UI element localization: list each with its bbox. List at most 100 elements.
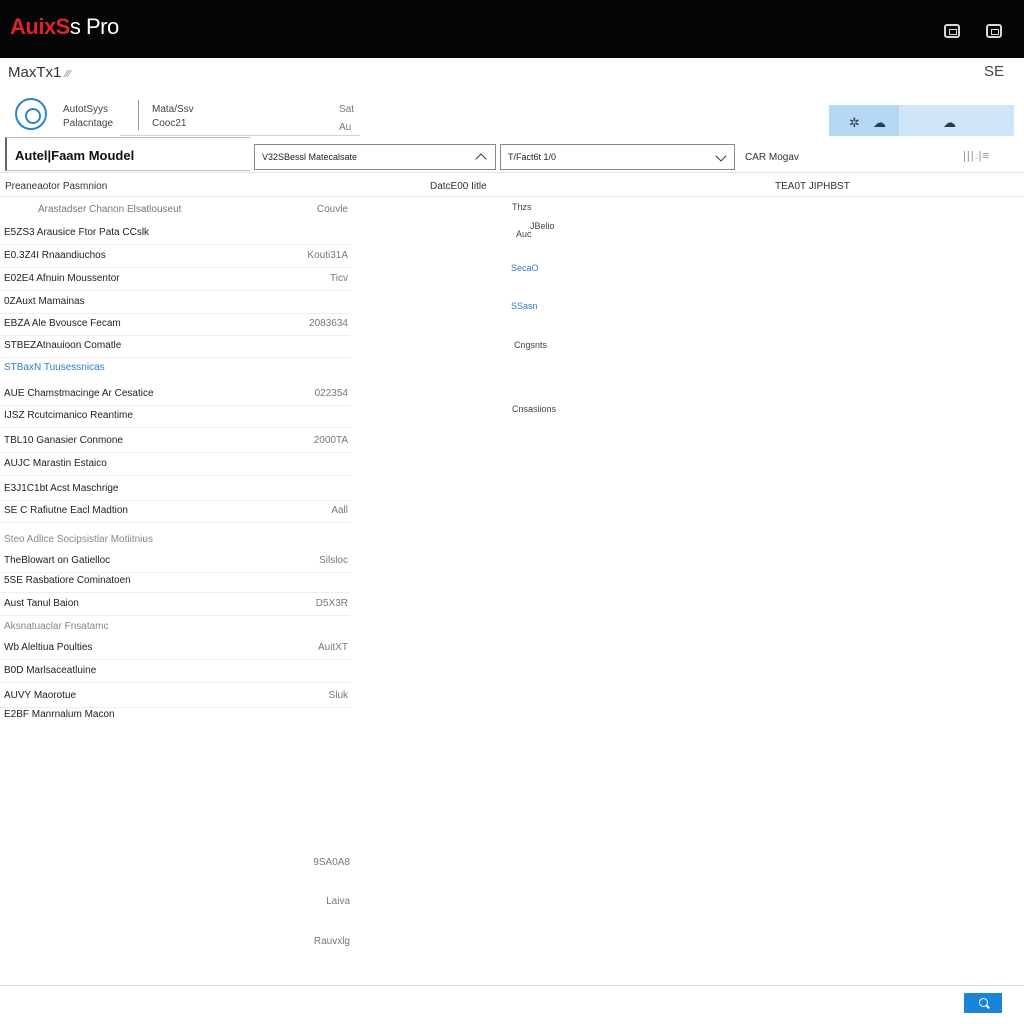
- list-item[interactable]: 0ZAuxt Mamainas: [0, 292, 350, 314]
- item-name: E2BF Manrnalum Macon: [4, 709, 115, 720]
- info-col2-line2: Cooc21: [152, 118, 187, 129]
- item-name: SE C Rafiutne Eacl Madtion: [4, 505, 128, 516]
- column-header-2[interactable]: DatcE00 Iitle: [430, 181, 487, 192]
- filter-icon[interactable]: |||.|≡: [963, 150, 990, 162]
- vehicle-select-value: V32SBessl Matecalsate: [262, 152, 358, 162]
- footer-divider: [0, 985, 1024, 986]
- item-name: B0D Marlsaceatluine: [4, 665, 97, 676]
- list-item[interactable]: E0.3Z4I Rnaandiuchos Kouti31A: [0, 246, 350, 268]
- item-value: Aall: [331, 505, 348, 516]
- info-col3-line1: Sat: [339, 104, 355, 115]
- list-item[interactable]: Arastadser Chanon Elsatlouseut Couvle: [0, 200, 350, 222]
- list-item[interactable]: E5ZS3 Arausice Ftor Pata CCslk: [0, 223, 350, 245]
- lower-value-a: 9SA0A8: [313, 857, 350, 868]
- item-divider: [0, 290, 350, 291]
- item-divider: [0, 452, 350, 453]
- list-item[interactable]: AUJC Marastin Estaico: [0, 454, 350, 476]
- monitor-icon[interactable]: [944, 24, 960, 38]
- item-divider: [0, 427, 350, 428]
- item-name: 0ZAuxt Mamainas: [4, 296, 85, 307]
- item-value: 2083634: [309, 318, 348, 329]
- item-name: STBaxN Tuusessnicas: [4, 362, 105, 373]
- list-item[interactable]: E2BF Manrnalum Macon: [0, 705, 350, 727]
- list-item[interactable]: SE C Rafiutne Eacl Madtion Aall: [0, 501, 350, 523]
- item-divider: [0, 659, 350, 660]
- list-item[interactable]: E02E4 Afnuin Moussentor Ticv: [0, 269, 350, 291]
- info-col1-line2: Palacntage: [63, 118, 114, 129]
- vehicle-select[interactable]: V32SBessl Matecalsate: [254, 144, 496, 170]
- middle-label-g: Cnsasiions: [512, 404, 557, 414]
- window-title: MaxTx1 ⁄⁄⁄: [8, 64, 71, 81]
- system-select[interactable]: T/Fact6t 1/0: [500, 144, 735, 170]
- list-item[interactable]: E3J1C1bt Acst Maschrige: [0, 479, 350, 501]
- item-value: 022354: [314, 388, 348, 399]
- list-item[interactable]: Aksnatuaclar Fnsatamc: [0, 617, 350, 639]
- list-item[interactable]: TheBlowart on Gatielloc Silsloc: [0, 551, 350, 573]
- model-label: Autel|Faam Moudel: [15, 148, 135, 163]
- header-rule: [0, 196, 1024, 197]
- info-col1-line1: AutotSyys: [63, 104, 109, 115]
- window-close-button[interactable]: SE: [984, 63, 1004, 80]
- cloud-upload-icon[interactable]: ☁: [943, 115, 956, 131]
- item-name: 5SE Rasbatiore Cominatoen: [4, 575, 131, 586]
- list-item[interactable]: Wb Aleltiua Poulties AuitXT: [0, 638, 350, 660]
- info-divider: [138, 100, 139, 130]
- info-col2-line1: Mata/Ssv: [152, 104, 194, 115]
- chevron-up-icon[interactable]: [475, 153, 487, 165]
- list-item[interactable]: TBL10 Ganasier Conmone 2000TA: [0, 431, 350, 453]
- list-item[interactable]: IJSZ Rcutcimanico Reantime: [0, 406, 350, 428]
- logo-icon: [15, 98, 47, 130]
- search-button[interactable]: [964, 993, 1002, 1013]
- item-name: Arastadser Chanon Elsatlouseut: [38, 204, 182, 215]
- item-name: AUE Chamstmacinge Ar Cesatice: [4, 388, 154, 399]
- chevron-down-icon[interactable]: [715, 150, 727, 162]
- system-select-value: T/Fact6t 1/0: [508, 152, 557, 162]
- window-title-text: MaxTx1: [8, 64, 62, 81]
- item-name: IJSZ Rcutcimanico Reantime: [4, 410, 133, 421]
- middle-label-e[interactable]: SSasn: [511, 301, 538, 311]
- cloud-sync-panel[interactable]: ✲ ☁ ☁: [829, 105, 1014, 136]
- sync-icon[interactable]: ✲: [849, 115, 860, 131]
- list-item[interactable]: STBEZAtnauioon Comatle: [0, 336, 350, 358]
- list-item[interactable]: Aust Tanul Baion D5X3R: [0, 594, 350, 616]
- middle-label-d[interactable]: SecaO: [511, 263, 539, 273]
- item-name: E3J1C1bt Acst Maschrige: [4, 483, 119, 494]
- list-item-link[interactable]: STBaxN Tuusessnicas: [0, 358, 350, 380]
- item-value: AuitXT: [317, 642, 348, 653]
- list-item[interactable]: AUE Chamstmacinge Ar Cesatice 022354: [0, 384, 350, 406]
- list-item[interactable]: B0D Marlsaceatluine: [0, 661, 350, 683]
- cloud-icon[interactable]: ☁: [873, 115, 886, 131]
- lower-value-b: Laiva: [326, 896, 350, 907]
- search-icon: [979, 998, 988, 1007]
- item-divider: [0, 592, 350, 593]
- column-header-1[interactable]: Preaneaotor Pasmnion: [5, 181, 107, 192]
- item-divider: [0, 475, 350, 476]
- middle-label-b: JBelio: [530, 221, 555, 231]
- model-selector[interactable]: Autel|Faam Moudel: [5, 137, 250, 171]
- item-value: D5X3R: [315, 598, 348, 609]
- app-brand: AuixSs Pro: [10, 14, 119, 40]
- middle-label-a: Thzs: [512, 202, 532, 212]
- middle-label-c: Auc: [516, 229, 532, 239]
- brand-red-text: AuixS: [10, 14, 70, 39]
- settings-icon[interactable]: [986, 24, 1002, 38]
- list-item[interactable]: 5SE Rasbatiore Cominatoen: [0, 571, 350, 593]
- item-value: Kouti31A: [307, 250, 348, 261]
- item-divider: [0, 522, 350, 523]
- column-header-3[interactable]: TEA0T JIPHBST: [775, 181, 850, 192]
- item-divider: [0, 615, 350, 616]
- lower-value-c: Rauvxlg: [313, 936, 350, 947]
- list-item[interactable]: EBZA Ale Bvousce Fecam 2083634: [0, 314, 350, 336]
- filter-rule: [0, 172, 1024, 173]
- item-value: 2000TA: [313, 435, 348, 446]
- item-name: AUVY Maorotue: [4, 690, 77, 701]
- title-bar: AuixSs Pro: [0, 0, 1024, 58]
- item-name: Wb Aleltiua Poulties: [4, 642, 93, 653]
- item-name: E02E4 Afnuin Moussentor: [4, 273, 120, 284]
- car-label: CAR Mogav: [745, 152, 799, 163]
- item-name: Aust Tanul Baion: [4, 598, 79, 609]
- item-name: TheBlowart on Gatielloc: [4, 555, 111, 566]
- list-item[interactable]: Steo Adlice Socipsistlar Motiitnius: [0, 530, 350, 552]
- item-name: Aksnatuaclar Fnsatamc: [4, 621, 109, 632]
- item-name: AUJC Marastin Estaico: [4, 458, 107, 469]
